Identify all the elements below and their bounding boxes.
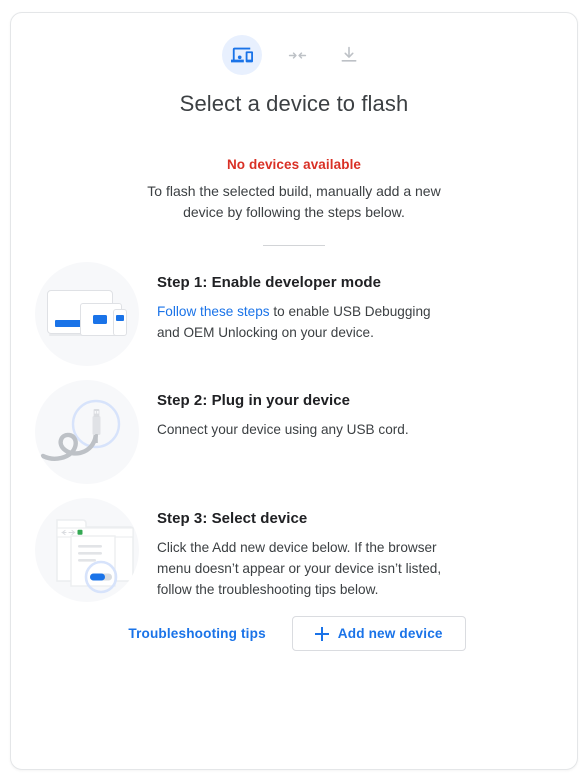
- step-text: Follow these steps to enable USB Debuggi…: [157, 301, 453, 343]
- add-new-device-button[interactable]: Add new device: [291, 616, 466, 651]
- follow-these-steps-link[interactable]: Follow these steps: [157, 304, 270, 319]
- add-new-device-label: Add new device: [337, 626, 443, 641]
- status-block: No devices available To flash the select…: [11, 157, 577, 223]
- connect-arrows-icon[interactable]: [280, 38, 314, 72]
- step-text: Click the Add new device below. If the b…: [157, 540, 442, 597]
- browser-dialog-illustration: [35, 498, 139, 602]
- step-item: Step 3: Select device Click the Add new …: [35, 498, 553, 602]
- status-badge: No devices available: [226, 157, 362, 172]
- device-flash-card: Select a device to flash No devices avai…: [10, 12, 578, 770]
- step-item: Step 2: Plug in your device Connect your…: [35, 380, 553, 484]
- step-text: Connect your device using any USB cord.: [157, 422, 409, 437]
- page-title: Select a device to flash: [179, 91, 409, 116]
- card-footer: Troubleshooting tips Add new device: [11, 616, 577, 669]
- status-description: To flash the selected build, manually ad…: [147, 183, 441, 220]
- step-title: Step 1: Enable developer mode: [157, 274, 382, 291]
- step-item: Step 1: Enable developer mode Follow the…: [35, 262, 553, 366]
- steps-list: Step 1: Enable developer mode Follow the…: [11, 262, 577, 602]
- download-icon[interactable]: [332, 38, 366, 72]
- devices-illustration: [35, 262, 139, 366]
- usb-cable-illustration: [35, 380, 139, 484]
- devices-icon[interactable]: [222, 35, 262, 75]
- header-icon-row: [11, 13, 577, 77]
- step-title: Step 3: Select device: [157, 510, 308, 527]
- divider: [263, 245, 325, 246]
- plus-icon: [314, 626, 329, 641]
- step-title: Step 2: Plug in your device: [157, 392, 351, 409]
- troubleshooting-tips-link[interactable]: Troubleshooting tips: [122, 618, 271, 649]
